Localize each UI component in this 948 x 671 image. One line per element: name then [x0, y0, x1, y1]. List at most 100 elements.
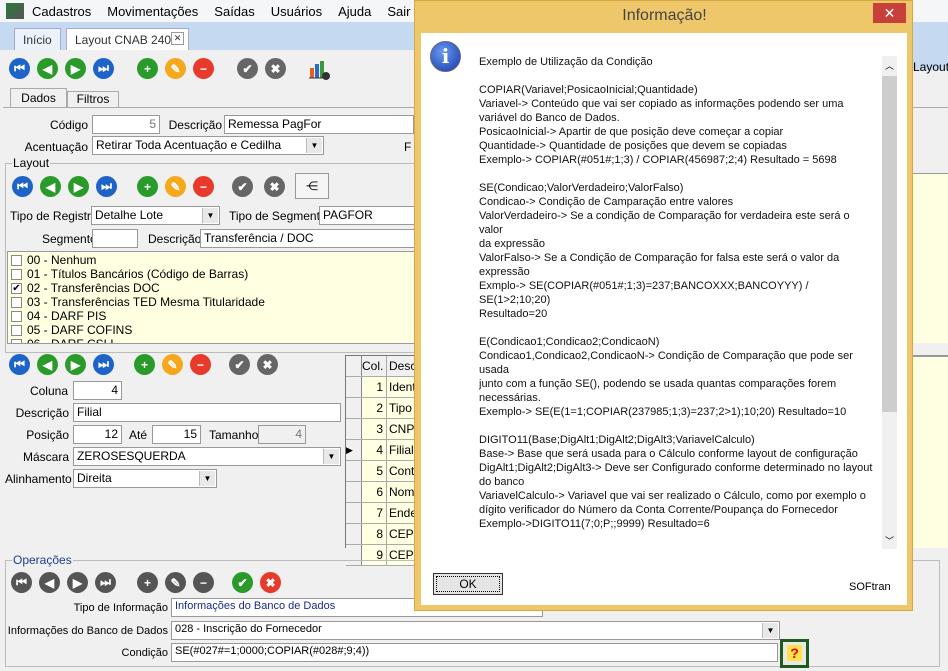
layout-delete-button[interactable]: − — [193, 176, 214, 197]
op-edit-button[interactable]: ✎ — [165, 572, 186, 593]
table-row[interactable]: 1Identificação — [346, 377, 416, 398]
table-row[interactable]: 2 Tipo — [346, 398, 416, 419]
col-confirm-button[interactable]: ✔ — [229, 354, 250, 375]
prev-record-button[interactable]: ◀ — [37, 58, 58, 79]
segment-item[interactable]: 00 - Nenhum — [8, 253, 416, 267]
help-button[interactable]: ? — [780, 639, 809, 668]
checkbox[interactable] — [11, 296, 22, 308]
checkbox[interactable] — [11, 310, 22, 322]
edit-button[interactable]: ✎ — [165, 58, 186, 79]
menu-movimentacoes[interactable]: Movimentações — [107, 4, 198, 19]
coluna-field[interactable]: 4 — [73, 381, 122, 400]
subtab-filtros[interactable]: Filtros — [67, 91, 119, 108]
checkbox[interactable] — [11, 338, 22, 343]
col-edit-button[interactable]: ✎ — [162, 354, 183, 375]
layout-first-button[interactable]: ⏮ — [12, 176, 33, 197]
col-delete-button[interactable]: − — [190, 354, 211, 375]
right-layout-tab[interactable]: Layout — [913, 60, 948, 80]
posicao-field[interactable]: 12 — [73, 425, 122, 444]
col-first-button[interactable]: ⏮ — [9, 354, 30, 375]
chevron-down-icon[interactable]: ▼ — [202, 208, 218, 223]
menu-ajuda[interactable]: Ajuda — [338, 4, 371, 19]
op-delete-button[interactable]: − — [193, 572, 214, 593]
table-row[interactable]: 7Endereço — [346, 503, 416, 524]
first-record-button[interactable]: ⏮ — [9, 58, 30, 79]
add-button[interactable]: + — [137, 58, 158, 79]
chevron-down-icon[interactable]: ▼ — [762, 623, 778, 638]
col-next-button[interactable]: ▶ — [65, 354, 86, 375]
info-bd-select[interactable]: 028 - Inscrição do Fornecedor ▼ — [171, 621, 780, 640]
segmento-field[interactable] — [92, 229, 138, 248]
segment-item[interactable]: 04 - DARF PIS — [8, 309, 416, 323]
segment-item[interactable]: 03 - Transferências TED Mesma Titularida… — [8, 295, 416, 309]
tab-layout-cnab[interactable]: Layout CNAB 240 ✕ — [66, 28, 189, 50]
segment-item[interactable]: 05 - DARF COFINS — [8, 323, 416, 337]
checkbox[interactable] — [11, 268, 22, 280]
chevron-down-icon[interactable]: ▼ — [199, 471, 215, 486]
alinhamento-select[interactable]: Direita ▼ — [73, 469, 217, 488]
layout-last-button[interactable]: ⏭ — [96, 176, 117, 197]
chart-settings-icon[interactable] — [308, 58, 330, 80]
segment-item[interactable]: 01 - Títulos Bancários (Código de Barras… — [8, 267, 416, 281]
col-add-button[interactable]: + — [134, 354, 155, 375]
close-tab-icon[interactable]: ✕ — [171, 32, 184, 45]
table-row[interactable]: 8 CEP — [346, 524, 416, 545]
op-confirm-button[interactable]: ✔ — [232, 572, 253, 593]
scroll-up-icon[interactable]: ︿ — [885, 59, 894, 72]
op-prev-button[interactable]: ◀ — [39, 572, 60, 593]
tipo-registro-select[interactable]: Detalhe Lote ▼ — [91, 206, 220, 225]
table-row[interactable]: 3CNPJ — [346, 419, 416, 440]
layout-confirm-button[interactable]: ✔ — [232, 176, 253, 197]
scroll-thumb[interactable] — [882, 76, 897, 412]
layout-edit-button[interactable]: ✎ — [165, 176, 186, 197]
layout-descricao-field[interactable]: Transferência / DOC — [200, 229, 415, 248]
descricao-field[interactable]: Remessa PagFor — [224, 115, 414, 134]
segment-item[interactable]: 06 - DARF CSLL — [8, 337, 416, 343]
menu-cadastros[interactable]: Cadastros — [32, 4, 91, 19]
codigo-field[interactable]: 5 — [92, 115, 160, 134]
layout-prev-button[interactable]: ◀ — [40, 176, 61, 197]
condicao-field[interactable]: SE(#027#=1;0000;COPIAR(#028#;9;4)) — [171, 643, 778, 662]
op-add-button[interactable]: + — [137, 572, 158, 593]
op-cancel-button[interactable]: ✖ — [260, 572, 281, 593]
dialog-scrollbar[interactable]: ︿ ﹀ — [882, 56, 897, 549]
mascara-select[interactable]: ZEROSESQUERDA ▼ — [73, 447, 341, 466]
segment-item[interactable]: ✔ 02 - Transferências DOC — [8, 281, 416, 295]
tree-structure-icon[interactable]: ⋲ — [295, 173, 329, 199]
scroll-down-icon[interactable]: ﹀ — [885, 534, 894, 547]
table-row[interactable]: 5Controle — [346, 461, 416, 482]
col-prev-button[interactable]: ◀ — [37, 354, 58, 375]
ok-button[interactable]: OK — [433, 573, 503, 595]
last-record-button[interactable]: ⏭ — [93, 58, 114, 79]
menu-usuarios[interactable]: Usuários — [271, 4, 322, 19]
col-descricao-field[interactable]: Filial — [73, 403, 341, 422]
acentuacao-select[interactable]: Retirar Toda Acentuação e Cedilha ▼ — [92, 136, 324, 155]
op-next-button[interactable]: ▶ — [67, 572, 88, 593]
table-row[interactable]: 6Nome — [346, 482, 416, 503]
tab-inicio[interactable]: Início — [14, 28, 61, 50]
next-record-button[interactable]: ▶ — [65, 58, 86, 79]
checkbox[interactable] — [11, 254, 22, 266]
checkbox[interactable]: ✔ — [11, 282, 22, 294]
header-descricao[interactable]: Descrição — [387, 356, 416, 376]
chevron-down-icon[interactable]: ▼ — [323, 449, 339, 464]
layout-cancel-button[interactable]: ✖ — [264, 176, 285, 197]
tipo-segmento-field[interactable]: PAGFOR — [319, 206, 415, 225]
delete-button[interactable]: − — [193, 58, 214, 79]
dialog-close-button[interactable]: ✕ — [873, 3, 906, 23]
col-cancel-button[interactable]: ✖ — [257, 354, 278, 375]
cancel-button[interactable]: ✖ — [265, 58, 286, 79]
header-col[interactable]: Col. — [362, 356, 387, 376]
col-last-button[interactable]: ⏭ — [93, 354, 114, 375]
op-last-button[interactable]: ⏭ — [95, 572, 116, 593]
chevron-down-icon[interactable]: ▼ — [306, 138, 322, 153]
table-row[interactable]: ▶ 4 Filial — [346, 440, 416, 461]
subtab-dados[interactable]: Dados — [10, 88, 67, 108]
layout-next-button[interactable]: ▶ — [68, 176, 89, 197]
op-first-button[interactable]: ⏮ — [11, 572, 32, 593]
checkbox[interactable] — [11, 324, 22, 336]
confirm-button[interactable]: ✔ — [237, 58, 258, 79]
ate-field[interactable]: 15 — [152, 425, 201, 444]
menu-saidas[interactable]: Saídas — [214, 4, 254, 19]
layout-add-button[interactable]: + — [137, 176, 158, 197]
